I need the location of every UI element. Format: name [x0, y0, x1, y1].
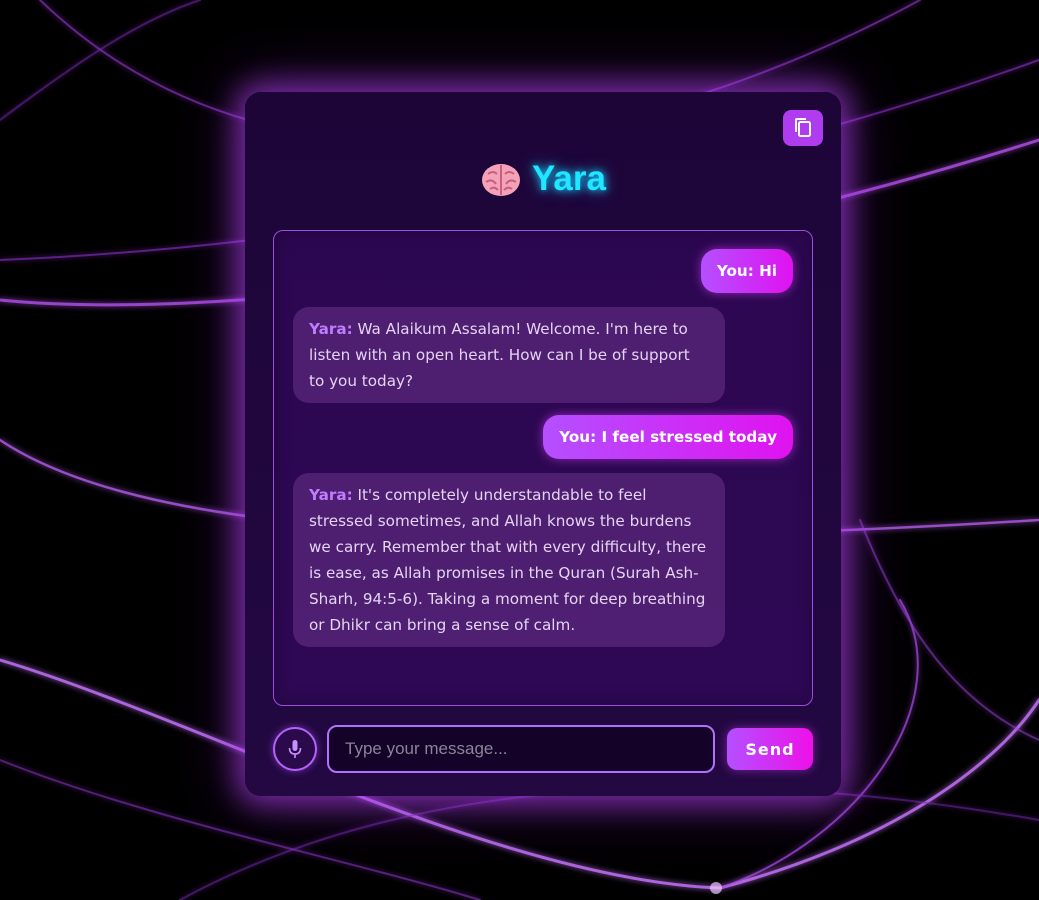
brain-icon [482, 164, 521, 196]
copy-icon [795, 118, 811, 137]
app-title: Yara [532, 159, 606, 198]
sender-label: Yara: [309, 320, 353, 338]
sender-label: Yara: [309, 486, 353, 504]
message-text: It's completely understandable to feel s… [309, 486, 707, 634]
microphone-button[interactable] [273, 727, 317, 771]
chat-window: Yara You: Hi Yara: Wa Alaikum Assalam! W… [245, 92, 841, 796]
user-message: You: Hi [700, 249, 793, 293]
microphone-icon [288, 740, 302, 758]
bot-message: Yara: It's completely understandable to … [293, 473, 725, 647]
user-message: You: I feel stressed today [543, 415, 793, 459]
header: Yara [245, 154, 841, 204]
bot-message: Yara: Wa Alaikum Assalam! Welcome. I'm h… [293, 307, 725, 403]
sender-label: You: [559, 428, 597, 446]
chat-messages[interactable]: You: Hi Yara: Wa Alaikum Assalam! Welcom… [273, 230, 813, 706]
copy-button[interactable] [783, 110, 823, 146]
message-text: Hi [759, 262, 777, 280]
message-text: Wa Alaikum Assalam! Welcome. I'm here to… [309, 320, 690, 390]
sender-label: You: [716, 262, 754, 280]
message-input[interactable] [327, 725, 715, 773]
message-text: I feel stressed today [601, 428, 777, 446]
send-button[interactable]: Send [727, 728, 813, 770]
